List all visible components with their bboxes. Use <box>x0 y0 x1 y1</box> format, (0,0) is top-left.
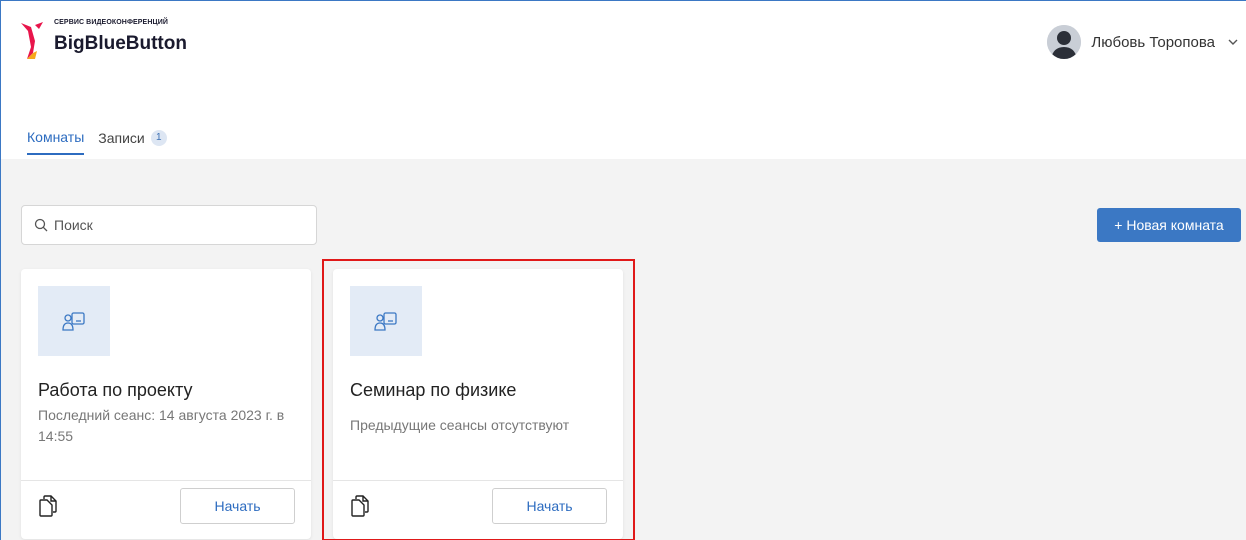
room-last-session: Предыдущие сеансы отсутствуют <box>350 417 570 433</box>
logo-icon <box>21 22 43 59</box>
avatar[interactable] <box>1047 25 1082 59</box>
tab-rooms[interactable]: Комнаты <box>27 129 85 155</box>
start-button[interactable]: Начать <box>180 488 295 524</box>
presentation-room-icon <box>374 312 397 331</box>
card-divider <box>333 480 623 481</box>
room-card[interactable]: Семинар по физике Предыдущие сеансы отсу… <box>333 269 623 539</box>
recordings-count-badge: 1 <box>150 130 167 146</box>
new-room-button[interactable]: + Новая комната <box>1097 208 1241 242</box>
user-menu[interactable]: Любовь Торопова <box>1047 23 1239 61</box>
copy-icon[interactable] <box>350 495 370 517</box>
room-title[interactable]: Работа по проекту <box>38 380 192 401</box>
room-card[interactable]: Работа по проекту Последний сеанс: 14 ав… <box>21 269 311 539</box>
brand-title[interactable]: BigBlueButton <box>54 33 187 55</box>
tabs: Комнаты Записи 1 <box>27 129 167 155</box>
brand-subtitle: СЕРВИС ВИДЕОКОНФЕРЕНЦИЙ <box>54 19 168 26</box>
room-icon-container <box>350 286 422 356</box>
room-last-session: Последний сеанс: 14 августа 2023 г. в 14… <box>38 407 285 444</box>
user-name[interactable]: Любовь Торопова <box>1091 34 1215 51</box>
user-avatar-icon <box>1047 25 1082 59</box>
chevron-down-icon[interactable] <box>1227 36 1239 48</box>
header: СЕРВИС ВИДЕОКОНФЕРЕНЦИЙ BigBlueButton Лю… <box>1 1 1246 159</box>
search-input[interactable] <box>54 217 304 233</box>
copy-icon[interactable] <box>38 495 58 517</box>
room-title[interactable]: Семинар по физике <box>350 380 516 401</box>
tab-recordings-label: Записи <box>98 130 145 146</box>
room-icon-container <box>38 286 110 356</box>
presentation-room-icon <box>62 312 85 331</box>
search-box[interactable] <box>21 205 317 245</box>
card-divider <box>21 480 311 481</box>
search-icon <box>34 218 48 232</box>
app-frame: СЕРВИС ВИДЕОКОНФЕРЕНЦИЙ BigBlueButton Лю… <box>0 0 1246 540</box>
tab-recordings[interactable]: Записи 1 <box>98 130 167 154</box>
rooms-content: + Новая комната Работа по проекту Послед… <box>1 159 1246 540</box>
start-button[interactable]: Начать <box>492 488 607 524</box>
